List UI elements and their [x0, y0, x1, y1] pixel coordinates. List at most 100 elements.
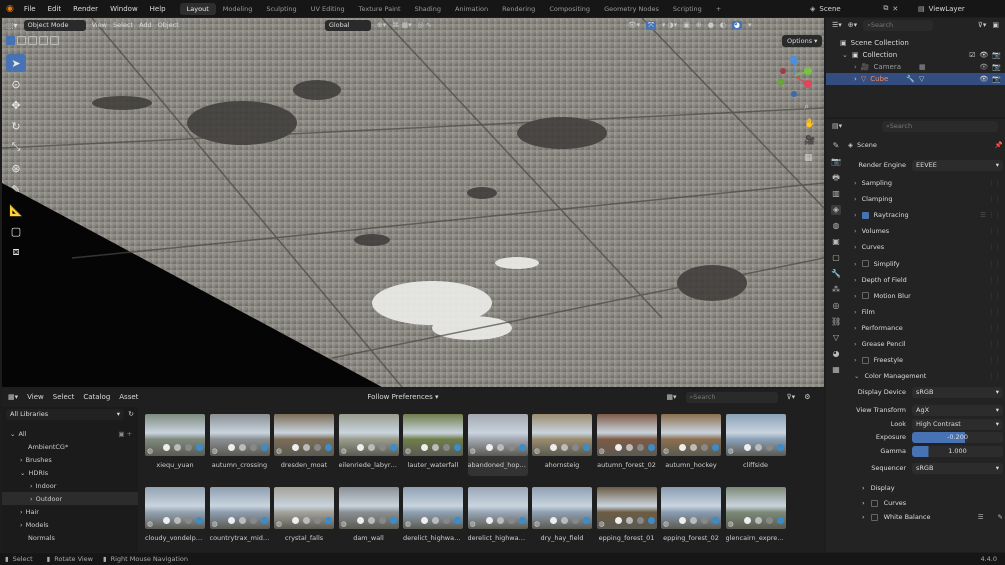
subpanel-checkbox-icon[interactable]	[870, 499, 878, 507]
catalog-item-all[interactable]: ⌄ All ▣ +	[2, 427, 138, 440]
asset-tile[interactable]: ◍ cliffside	[725, 414, 786, 476]
menu-render[interactable]: Render	[67, 5, 104, 13]
camera-view-icon[interactable]: 🎥	[804, 136, 815, 146]
select-invert-icon[interactable]	[39, 36, 48, 45]
tab-texture-paint[interactable]: Texture Paint	[352, 3, 408, 15]
select-extend-icon[interactable]	[17, 36, 26, 45]
asset-tile[interactable]: ◍ dry_hay_field	[532, 487, 592, 549]
browser-menu-select[interactable]: Select	[53, 393, 75, 401]
asset-tile[interactable]: ◍ crystal_falls	[274, 487, 334, 549]
camera-data-icon[interactable]: ▦	[919, 63, 926, 71]
asset-tile[interactable]: ◍ dresden_moat	[274, 414, 334, 476]
panel-checkbox-icon[interactable]	[861, 211, 869, 219]
drag-handle-icon[interactable]: ⋮⋮	[988, 324, 1003, 332]
asset-tile[interactable]: ◍ xiequ_yuan	[145, 414, 205, 476]
viewport-menu-view[interactable]: View	[92, 21, 107, 29]
add-cube-tool-icon[interactable]: ▢	[6, 222, 26, 240]
render-camera-icon[interactable]: 📷	[992, 51, 1001, 59]
add-workspace-icon[interactable]: +	[709, 3, 728, 15]
browser-menu-asset[interactable]: Asset	[119, 393, 138, 401]
xray-icon[interactable]: ▣	[683, 21, 690, 29]
shading-solid-icon[interactable]: ●	[708, 21, 714, 29]
navigation-gizmo[interactable]	[776, 54, 816, 98]
panel-volumes[interactable]: › Volumes ⋮⋮	[848, 223, 1003, 239]
drag-handle-icon[interactable]: ⋮⋮	[988, 340, 1003, 348]
tab-scripting[interactable]: Scripting	[666, 3, 709, 15]
transform-tool-icon[interactable]: ⊛	[6, 159, 26, 177]
properties-search-input[interactable]: ⌕ Search	[882, 120, 999, 132]
asset-tile[interactable]: ◍ glencairn_expres...	[725, 487, 786, 549]
select-box-tool-icon[interactable]: ➤	[6, 54, 26, 72]
overlay-icon[interactable]: ▾ ◑▾	[662, 21, 677, 29]
menu-file[interactable]: File	[18, 5, 42, 13]
browser-menu-catalog[interactable]: Catalog	[83, 393, 110, 401]
pivot-icon[interactable]: ⊕▾	[377, 21, 386, 29]
pin-icon[interactable]: 📌	[995, 141, 1003, 149]
tab-sculpting[interactable]: Sculpting	[259, 3, 303, 15]
asset-tile[interactable]: ◍ derelict_highway_...	[403, 487, 463, 549]
modifier-wrench-icon[interactable]: 🔧	[906, 75, 915, 83]
tab-geometry-nodes[interactable]: Geometry Nodes	[597, 3, 666, 15]
scene-name[interactable]: Scene	[819, 5, 879, 13]
render-engine-dropdown[interactable]: EEVEE ▾	[912, 159, 1003, 171]
new-collection-icon[interactable]: ▣	[992, 21, 999, 29]
browser-menu-view[interactable]: View	[27, 393, 44, 401]
menu-help[interactable]: Help	[144, 5, 172, 13]
new-catalog-icon[interactable]: ▣ +	[118, 430, 132, 438]
catalog-item-hair[interactable]: › Hair	[2, 505, 138, 518]
subpanel-white-balance[interactable]: › White Balance ☰ ✎	[854, 510, 1003, 524]
blender-logo-icon[interactable]: ◉	[0, 4, 18, 14]
asset-tile[interactable]: ◍ dam_wall	[338, 487, 399, 549]
asset-tile[interactable]: ◍ countrytrax_midday	[209, 487, 270, 549]
panel-simplify[interactable]: › Simplify ⋮⋮	[848, 255, 1003, 271]
outliner-search-input[interactable]: ⌕ Search	[863, 19, 934, 31]
3d-viewport[interactable]	[2, 18, 824, 387]
asset-tile[interactable]: ◍ autumn_hockey	[661, 414, 721, 476]
perspective-toggle-icon[interactable]: ▦	[804, 153, 815, 163]
material-tab-icon[interactable]: ◕	[831, 349, 841, 359]
presets-list-icon[interactable]: ☰	[978, 513, 984, 521]
output-tab-icon[interactable]: 🖶	[831, 173, 841, 183]
object-mode-dropdown[interactable]: Object Mode	[23, 19, 86, 31]
browser-search-input[interactable]: ⌕ Search	[685, 391, 778, 403]
catalog-item-normals[interactable]: Normals	[2, 531, 138, 544]
subpanel-curves[interactable]: › Curves	[854, 496, 1003, 510]
gizmo-toggle-icon[interactable]: ⤧	[646, 20, 656, 30]
properties-editor-icon[interactable]: ▤▾	[832, 122, 842, 130]
panel-checkbox-icon[interactable]	[861, 292, 869, 300]
select-subtract-icon[interactable]	[28, 36, 37, 45]
drag-handle-icon[interactable]: ⋮⋮	[988, 243, 1003, 251]
panel-checkbox-icon[interactable]	[861, 356, 869, 364]
outliner-filter-icon[interactable]: ⊽▾	[978, 21, 987, 29]
asset-tile[interactable]: ◍ derelict_highway_...	[467, 487, 528, 549]
snap-icon[interactable]: ⌘ ▦▾	[392, 21, 411, 29]
drag-handle-icon[interactable]: ⋮⋮	[988, 179, 1003, 187]
pan-hand-icon[interactable]: ✋	[804, 119, 815, 129]
exposure-slider[interactable]: -0.200	[912, 431, 1003, 443]
asset-tile[interactable]: ◍ abandoned_hopp...	[467, 414, 528, 476]
catalog-item-brushes[interactable]: › Brushes	[2, 453, 138, 466]
view-layer-tab-icon[interactable]: ▥	[831, 189, 841, 199]
tab-layout[interactable]: Layout	[179, 2, 216, 15]
panel-checkbox-icon[interactable]	[861, 260, 869, 268]
asset-tile[interactable]: ◍ lauter_waterfall	[403, 414, 463, 476]
viewlayer-name[interactable]: ViewLayer	[929, 5, 965, 13]
panel-curves[interactable]: › Curves ⋮⋮	[848, 239, 1003, 255]
panel-freestyle[interactable]: › Freestyle ⋮⋮	[848, 352, 1003, 368]
measure-tool-icon[interactable]: 📐	[6, 201, 26, 219]
drag-handle-icon[interactable]: ⋮⋮	[988, 308, 1003, 316]
outliner-editor-icon[interactable]: ☰▾	[832, 21, 842, 29]
panel-performance[interactable]: › Performance ⋮⋮	[848, 320, 1003, 336]
panel-motion-blur[interactable]: › Motion Blur ⋮⋮	[848, 288, 1003, 304]
exclude-checkbox-icon[interactable]: ☑	[969, 51, 975, 59]
panel-color-management[interactable]: ⌄ Color Management ⋮⋮	[848, 368, 1003, 384]
eyedropper-icon[interactable]: ✎	[998, 513, 1003, 521]
render-tab-icon[interactable]: 📷	[831, 157, 841, 167]
visibility-eye-icon[interactable]: 👁	[979, 51, 988, 59]
texture-tab-icon[interactable]: ▦	[831, 365, 841, 375]
tab-animation[interactable]: Animation	[448, 3, 495, 15]
shading-rendered-icon[interactable]: ◕	[731, 21, 743, 29]
drag-handle-icon[interactable]: ⋮⋮	[988, 227, 1003, 235]
shading-material-icon[interactable]: ◐	[720, 21, 726, 29]
asset-tile[interactable]: ◍ epping_forest_02	[661, 487, 721, 549]
